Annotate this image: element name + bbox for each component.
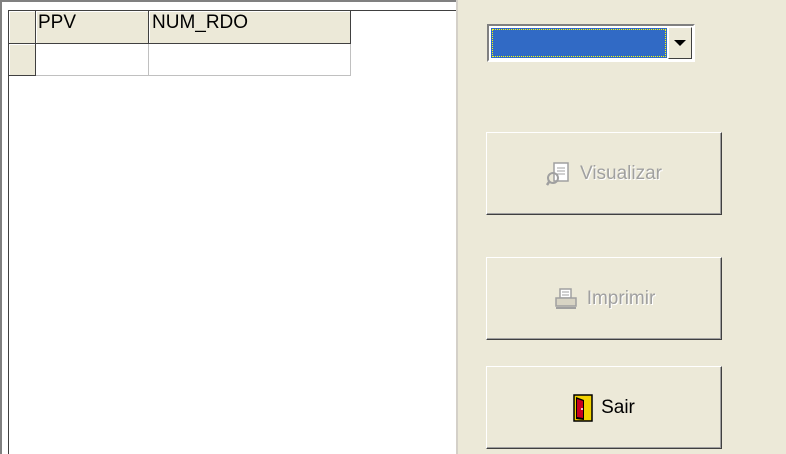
cell-ppv[interactable] — [36, 44, 149, 76]
chevron-down-icon — [674, 40, 686, 46]
cell-num-rdo[interactable] — [149, 44, 351, 76]
sair-button[interactable]: Sair — [486, 366, 722, 449]
column-header-ppv[interactable]: PPV — [36, 11, 149, 44]
sair-label: Sair — [601, 396, 635, 418]
panel-separator — [456, 0, 458, 454]
table-row[interactable] — [9, 44, 351, 76]
grid-header-row: PPV NUM_RDO — [9, 11, 351, 44]
printer-icon — [553, 287, 579, 311]
preview-icon — [545, 161, 572, 187]
row-indicator[interactable] — [9, 44, 36, 76]
imprimir-label: Imprimir — [586, 287, 656, 309]
visualizar-label: Visualizar — [579, 162, 663, 184]
visualizar-button[interactable]: Visualizar — [486, 132, 722, 215]
row-indicator-header[interactable] — [9, 11, 36, 44]
dropdown-selected-value[interactable] — [491, 28, 667, 58]
imprimir-button[interactable]: Imprimir — [486, 257, 722, 340]
dropdown-button[interactable] — [668, 27, 692, 59]
data-grid[interactable]: PPV NUM_RDO — [0, 0, 456, 454]
column-header-num-rdo[interactable]: NUM_RDO — [149, 11, 351, 44]
grid-body: PPV NUM_RDO — [8, 10, 456, 454]
filter-dropdown[interactable] — [487, 24, 695, 62]
exit-door-icon — [573, 393, 593, 422]
